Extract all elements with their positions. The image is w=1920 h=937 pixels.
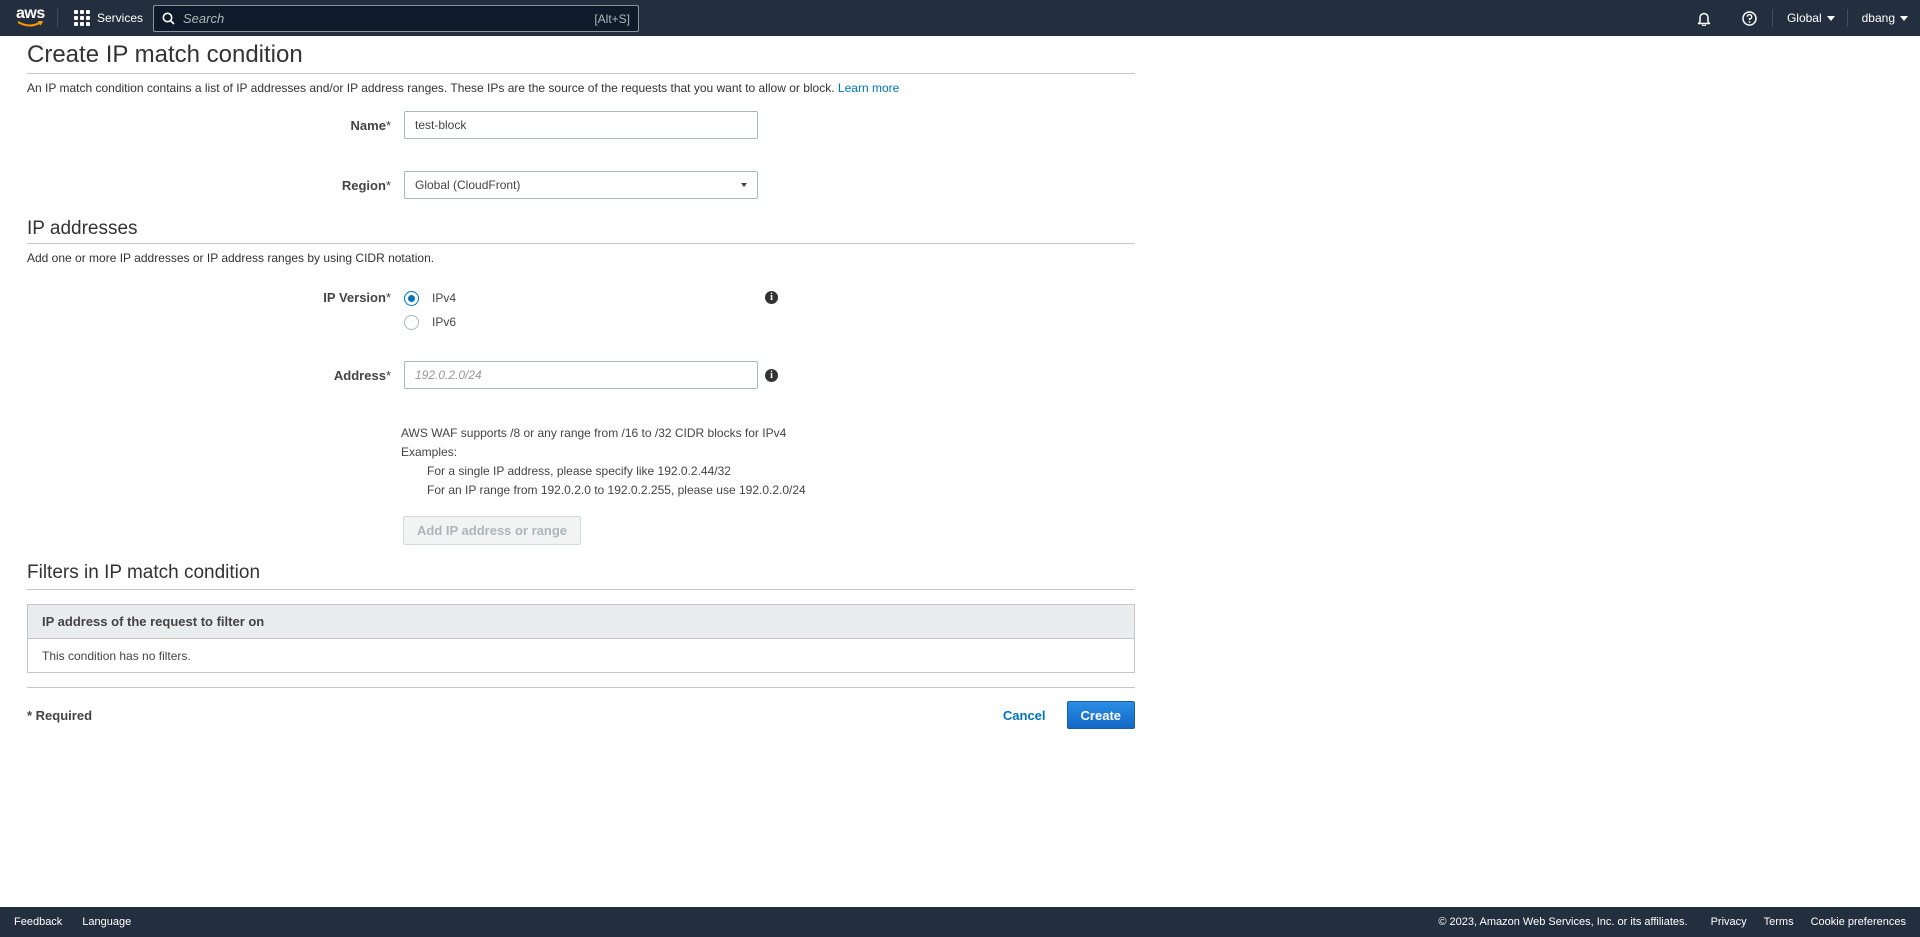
page-description: An IP match condition contains a list of…: [27, 80, 1135, 96]
help-line: For a single IP address, please specify …: [427, 464, 731, 478]
main-content: Create IP match condition An IP match co…: [27, 36, 1135, 729]
ip-version-label: IP Version*: [323, 290, 391, 305]
services-label: Services: [97, 11, 144, 25]
copyright-text: © 2023, Amazon Web Services, Inc. or its…: [1438, 916, 1688, 928]
page-title: Create IP match condition: [27, 41, 303, 68]
table-header: IP address of the request to filter on: [28, 605, 1134, 639]
ip-version-info-icon[interactable]: i: [765, 291, 778, 304]
account-menu-label: dbang: [1861, 11, 1895, 25]
section-divider: [27, 589, 1135, 590]
required-note: * Required: [27, 707, 93, 723]
terms-link[interactable]: Terms: [1764, 916, 1794, 928]
region-select-value: Global (CloudFront): [415, 178, 521, 192]
section-divider: [27, 243, 1135, 244]
form-footer: * Required Cancel Create: [27, 701, 1135, 729]
footer-divider: [27, 687, 1135, 688]
language-link[interactable]: Language: [82, 916, 131, 928]
caret-down-icon: [1900, 15, 1908, 21]
add-ip-address-button[interactable]: Add IP address or range: [403, 516, 582, 545]
account-menu-button[interactable]: dbang: [1848, 0, 1920, 36]
region-menu-label: Global: [1786, 11, 1822, 25]
nav-divider: [57, 9, 58, 27]
address-row: Address* i: [27, 361, 778, 389]
address-info-icon[interactable]: i: [765, 368, 778, 382]
ip-version-row: IP Version* IPv4 IPv6 i: [27, 290, 778, 334]
search-icon: [162, 12, 175, 25]
radio-ipv4[interactable]: IPv4: [404, 286, 758, 310]
radio-button-unchecked[interactable]: [404, 314, 419, 330]
cookie-preferences-link[interactable]: Cookie preferences: [1811, 916, 1906, 928]
bottom-bar: Feedback Language © 2023, Amazon Web Ser…: [0, 907, 1920, 937]
top-navigation: aws Services [Alt+S]: [0, 0, 1920, 36]
region-menu-button[interactable]: Global: [1773, 0, 1847, 36]
name-label: Name*: [350, 117, 391, 133]
ip-addresses-heading: IP addresses: [27, 218, 138, 239]
cancel-button[interactable]: Cancel: [994, 708, 1055, 723]
address-label: Address*: [333, 367, 391, 383]
name-input[interactable]: [404, 111, 758, 139]
learn-more-link[interactable]: Learn more: [838, 81, 899, 95]
aws-logo[interactable]: aws: [16, 6, 46, 30]
create-button[interactable]: Create: [1066, 701, 1135, 729]
help-button[interactable]: [1727, 0, 1772, 36]
radio-ipv4-label: IPv4: [432, 291, 457, 305]
filters-section: Filters in IP match condition: [27, 560, 1135, 590]
ip-addresses-description: Add one or more IP addresses or IP addre…: [27, 251, 435, 265]
search-bar[interactable]: [Alt+S]: [153, 5, 639, 32]
privacy-link[interactable]: Privacy: [1711, 916, 1747, 928]
feedback-link[interactable]: Feedback: [14, 916, 62, 928]
aws-smile-icon: [17, 21, 43, 27]
radio-button-checked[interactable]: [404, 290, 419, 306]
ip-version-options: IPv4 IPv6: [404, 286, 758, 334]
search-shortcut-hint: [Alt+S]: [594, 11, 630, 26]
region-label: Region*: [341, 177, 391, 193]
title-divider: [27, 73, 1135, 74]
ip-addresses-section: IP addresses Add one or more IP addresse…: [27, 216, 1135, 266]
help-line: For an IP range from 192.0.2.0 to 192.0.…: [427, 483, 806, 497]
page-description-text: An IP match condition contains a list of…: [27, 81, 835, 95]
radio-ipv6[interactable]: IPv6: [404, 310, 758, 334]
services-menu-button[interactable]: Services: [74, 0, 143, 36]
filters-heading: Filters in IP match condition: [27, 562, 261, 583]
grid-icon: [74, 10, 90, 26]
help-line: Examples:: [401, 445, 458, 459]
radio-ipv6-label: IPv6: [432, 315, 457, 329]
address-input[interactable]: [404, 361, 758, 389]
notifications-button[interactable]: [1682, 0, 1727, 36]
table-empty-row: This condition has no filters.: [42, 648, 191, 663]
region-row: Region* Global (CloudFront): [27, 171, 758, 199]
caret-down-icon: [741, 183, 747, 187]
region-select[interactable]: Global (CloudFront): [404, 171, 758, 199]
search-input[interactable]: [183, 11, 595, 26]
aws-logo-text: aws: [16, 5, 45, 22]
caret-down-icon: [1826, 15, 1835, 21]
bell-icon: [1698, 12, 1711, 26]
name-row: Name*: [27, 111, 758, 139]
cidr-help-text: AWS WAF supports /8 or any range from /1…: [401, 424, 806, 500]
filters-table: IP address of the request to filter on T…: [27, 604, 1135, 673]
help-circle-icon: [1742, 10, 1757, 26]
help-line: AWS WAF supports /8 or any range from /1…: [401, 426, 787, 440]
nav-right-group: Global dbang: [1682, 0, 1920, 36]
form-actions: Cancel Create: [994, 701, 1135, 729]
